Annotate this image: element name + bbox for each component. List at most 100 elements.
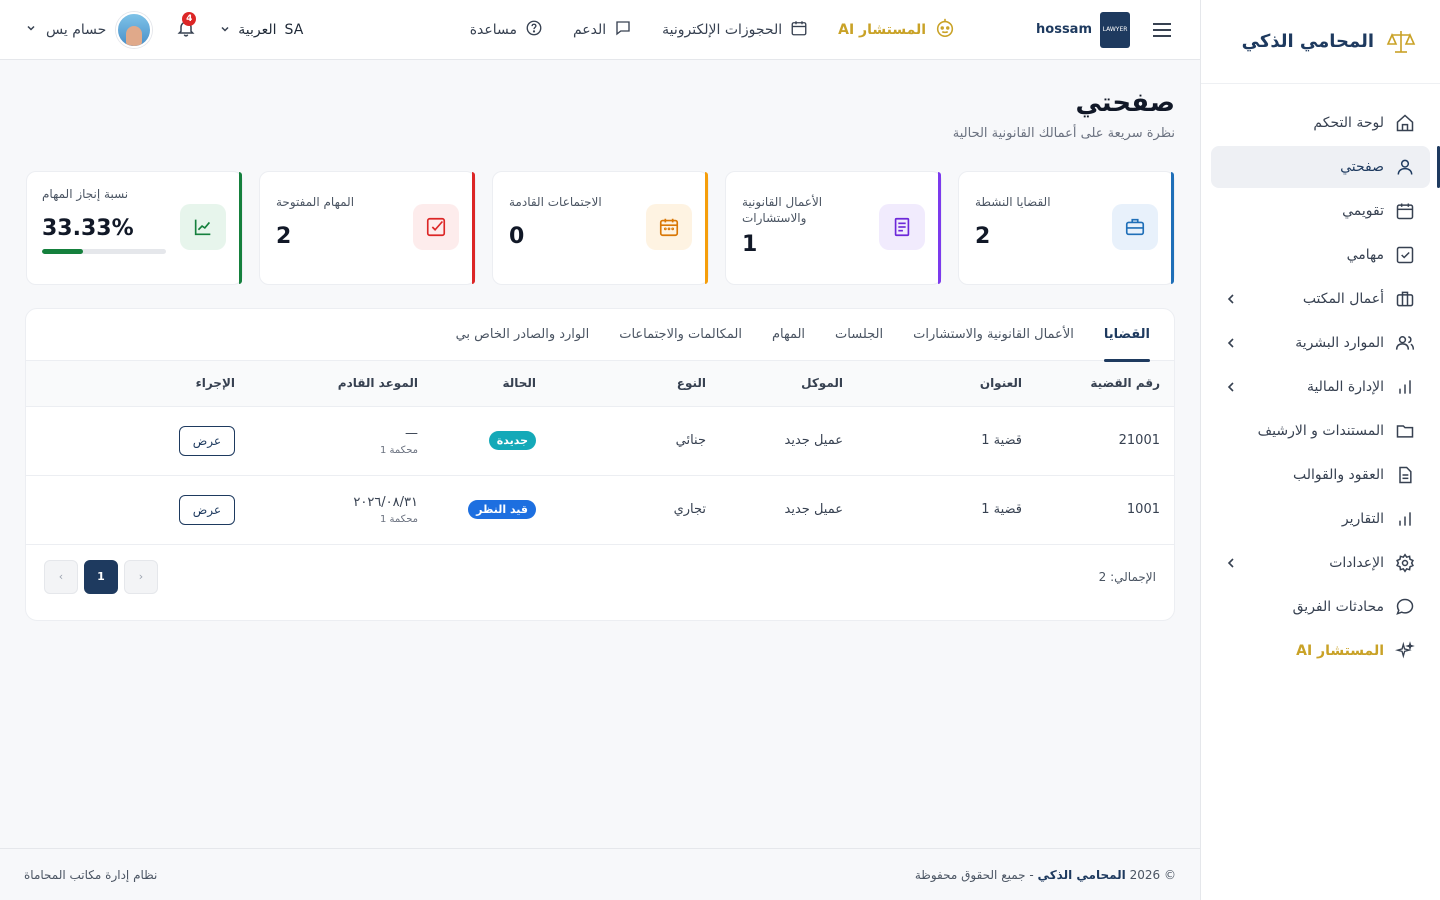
language-label: العربية [238,21,277,38]
notebook-icon [879,204,925,250]
sidebar-item-label: تقويمي [1342,203,1384,219]
tabs: القضايا الأعمال القانونية والاستشارات ال… [26,309,1174,362]
stat-card-legal-works[interactable]: الأعمال القانونية والاستشارات 1 [725,171,942,285]
robot-icon [934,17,956,43]
calendar-icon [790,19,808,41]
home-icon [1394,112,1416,134]
help-link[interactable]: مساعدة [470,19,543,41]
sidebar-item-reports[interactable]: التقارير [1211,498,1430,540]
tab-tasks[interactable]: المهام [772,309,805,361]
sidebar-item-label: المستشار AI [1296,643,1384,659]
chevron-left-icon [1223,291,1239,307]
sidebar-item-hr[interactable]: الموارد البشرية [1211,322,1430,364]
table-header-row: رقم القضية العنوان الموكل النوع الحالة ا… [26,361,1174,406]
case-number: 1001 [1126,502,1160,517]
sidebar-item-tasks[interactable]: مهامي [1211,234,1430,276]
sidebar-item-label: التقارير [1341,511,1384,527]
tab-calls-meetings[interactable]: المكالمات والاجتماعات [619,309,742,361]
main-content: صفحتي نظرة سريعة على أعمالك القانونية ال… [0,60,1200,848]
sidebar-item-label: الموارد البشرية [1295,335,1384,351]
sidebar-item-label: الإدارة المالية [1306,379,1384,395]
sidebar-item-finance[interactable]: الإدارة المالية [1211,366,1430,408]
sidebar-item-ai-advisor[interactable]: المستشار AI [1211,630,1430,672]
status-badge: قيد النظر [468,500,536,519]
col-header-client: الموكل [801,376,843,391]
sidebar-item-dashboard[interactable]: لوحة التحكم [1211,102,1430,144]
next-page-button[interactable]: › [124,559,158,594]
stat-label: القضايا النشطة [975,195,1051,209]
sidebar-item-contracts[interactable]: العقود والقوالب [1211,454,1430,496]
chat-bubble-icon [614,19,632,41]
sidebar-item-calendar[interactable]: تقويمي [1211,190,1430,232]
sidebar-item-my-page[interactable]: صفحتي [1211,146,1440,188]
ai-advisor-link[interactable]: المستشار AI [838,17,956,43]
stat-card-active-cases[interactable]: القضايا النشطة 2 [958,171,1175,285]
bar-chart-icon [1394,376,1416,398]
sidebar-item-office-work[interactable]: أعمال المكتب [1211,278,1430,320]
tab-correspondence[interactable]: الوارد والصادر الخاص بي [456,309,590,361]
topbar-right: SA العربية 4 حسام يس [26,11,303,48]
stat-label: الاجتماعات القادمة [509,195,602,209]
users-icon [1394,332,1416,354]
case-title: قضية 1 [981,502,1022,517]
office-name: hossam [1036,22,1092,37]
briefcase-icon [1112,204,1158,250]
status-badge: جديدة [488,431,536,450]
sidebar-item-label: محادثات الفريق [1292,599,1384,615]
tab-sessions[interactable]: الجلسات [835,309,883,361]
col-header-next-date: الموعد القادم [337,376,418,391]
stat-card-upcoming-meetings[interactable]: الاجتماعات القادمة 0 [492,171,709,285]
gear-icon [1394,552,1416,574]
user-profile-menu[interactable]: حسام يس [26,11,153,48]
sidebar-item-settings[interactable]: الإعدادات [1211,542,1430,584]
stat-value: 0 [509,224,525,249]
sidebar-nav: لوحة التحكم صفحتي تقويمي مهامي أعمال الم… [1201,84,1440,672]
footer-brand: المحامي الذكي [1037,867,1126,882]
copyright-prefix: © 2026 [1129,867,1176,882]
language-selector[interactable]: SA العربية [220,22,303,38]
chevron-down-icon [26,22,36,37]
user-name: حسام يس [46,21,107,38]
sidebar-item-label: صفحتي [1340,159,1384,175]
menu-icon[interactable] [1150,18,1174,42]
prev-page-button[interactable]: ‹ [44,559,78,594]
bookings-link[interactable]: الحجوزات الإلكترونية [662,19,808,41]
stat-card-open-tasks[interactable]: المهام المفتوحة 2 [259,171,476,285]
stat-value: 2 [276,224,292,249]
avatar [116,11,153,48]
sidebar-item-documents[interactable]: المستندات و الارشيف [1211,410,1430,452]
stat-label: المهام المفتوحة [276,195,355,209]
page-title: صفحتي [1075,88,1176,118]
calendar-icon [646,204,692,250]
sparkle-icon [1394,640,1416,662]
case-title: قضية 1 [981,433,1022,448]
sidebar-item-team-chat[interactable]: محادثات الفريق [1211,586,1430,628]
tab-legal-works[interactable]: الأعمال القانونية والاستشارات [913,309,1074,361]
notifications-button[interactable]: 4 [174,11,198,42]
table-row: 1001 قضية 1 عميل جديد تجاري قيد النظر ٢٠… [26,475,1174,544]
page-button-current[interactable]: 1 [84,559,118,594]
case-next-date: — محكمة 1 [249,406,432,475]
tab-cases[interactable]: القضايا [1103,309,1151,362]
brand-name: المحامي الذكي [1241,31,1374,52]
view-button[interactable]: عرض [178,494,235,525]
case-type: جنائي [675,433,706,448]
pagination-row: الإجمالي: 2 ‹ 1 › [26,545,1174,609]
next-date: — [405,425,418,441]
progress-fill [42,249,84,254]
case-status: جديدة [432,406,550,475]
next-date: ٢٠٢٦/٠٨/٣١ [353,494,418,510]
support-link[interactable]: الدعم [573,19,632,41]
sidebar-item-label: مهامي [1346,247,1384,263]
briefcase-icon [1394,288,1416,310]
case-number: 21001 [1118,433,1160,448]
cases-panel: القضايا الأعمال القانونية والاستشارات ال… [25,308,1175,621]
brand[interactable]: المحامي الذكي [1201,0,1440,84]
chevron-down-icon [220,22,230,38]
help-circle-icon [525,19,543,41]
case-client: عميل جديد [784,502,843,517]
view-button[interactable]: عرض [178,425,235,456]
office-logo-text: LAWYER [1102,26,1128,33]
stat-card-task-completion[interactable]: نسبة إنجاز المهام 33.33% [26,171,243,285]
total-count: الإجمالي: 2 [1098,569,1156,584]
